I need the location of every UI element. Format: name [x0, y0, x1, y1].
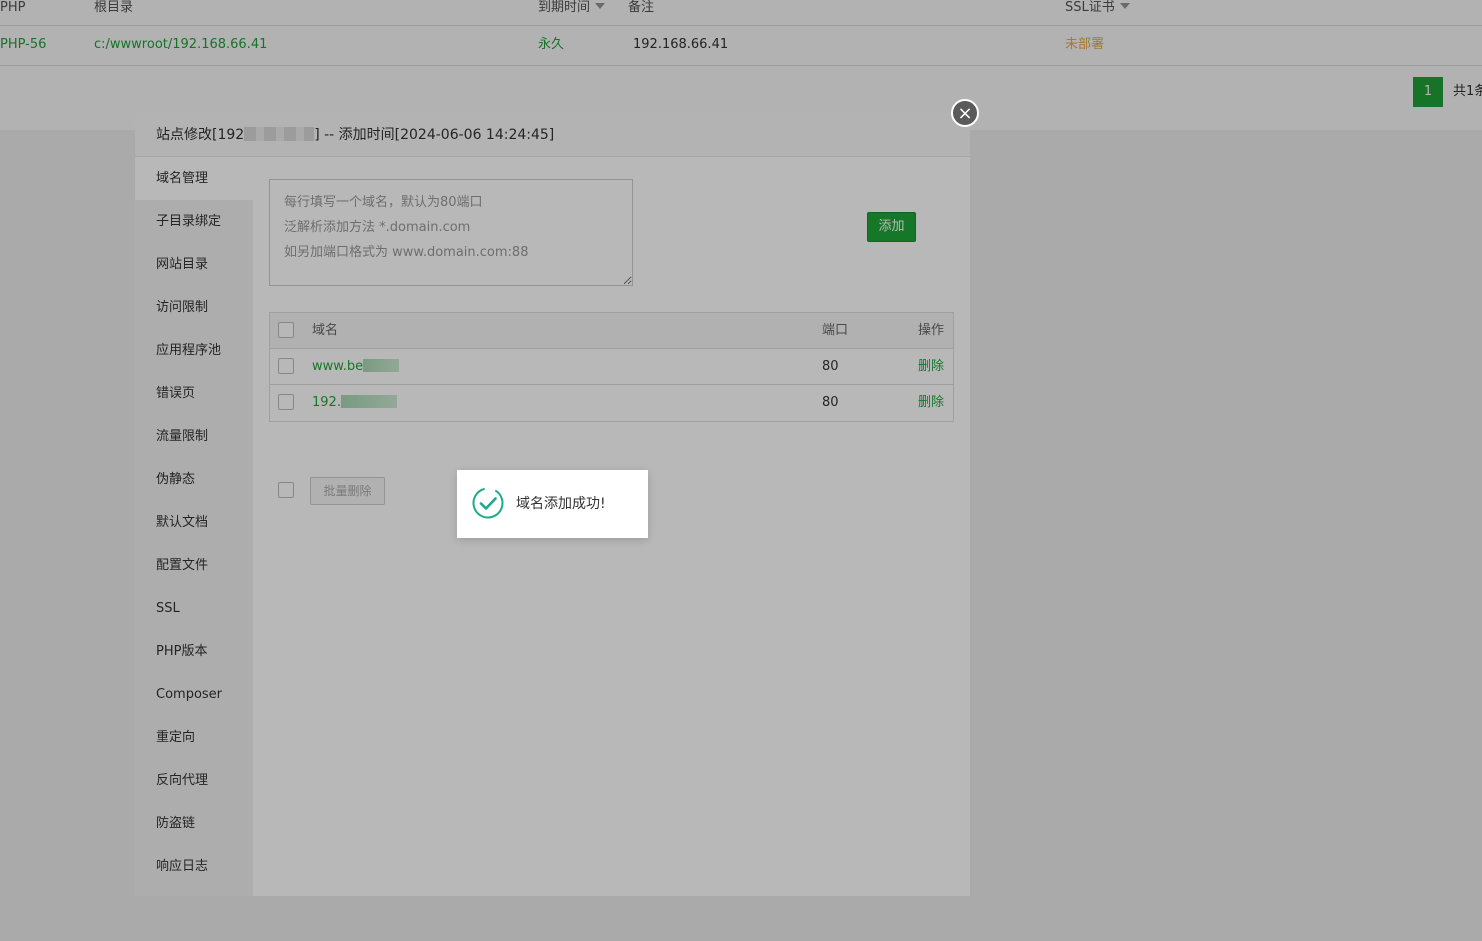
check-circle-icon: [472, 487, 504, 519]
toast-message: 域名添加成功!: [516, 496, 606, 512]
success-toast: 域名添加成功!: [457, 470, 648, 538]
close-icon[interactable]: ×: [951, 99, 979, 127]
